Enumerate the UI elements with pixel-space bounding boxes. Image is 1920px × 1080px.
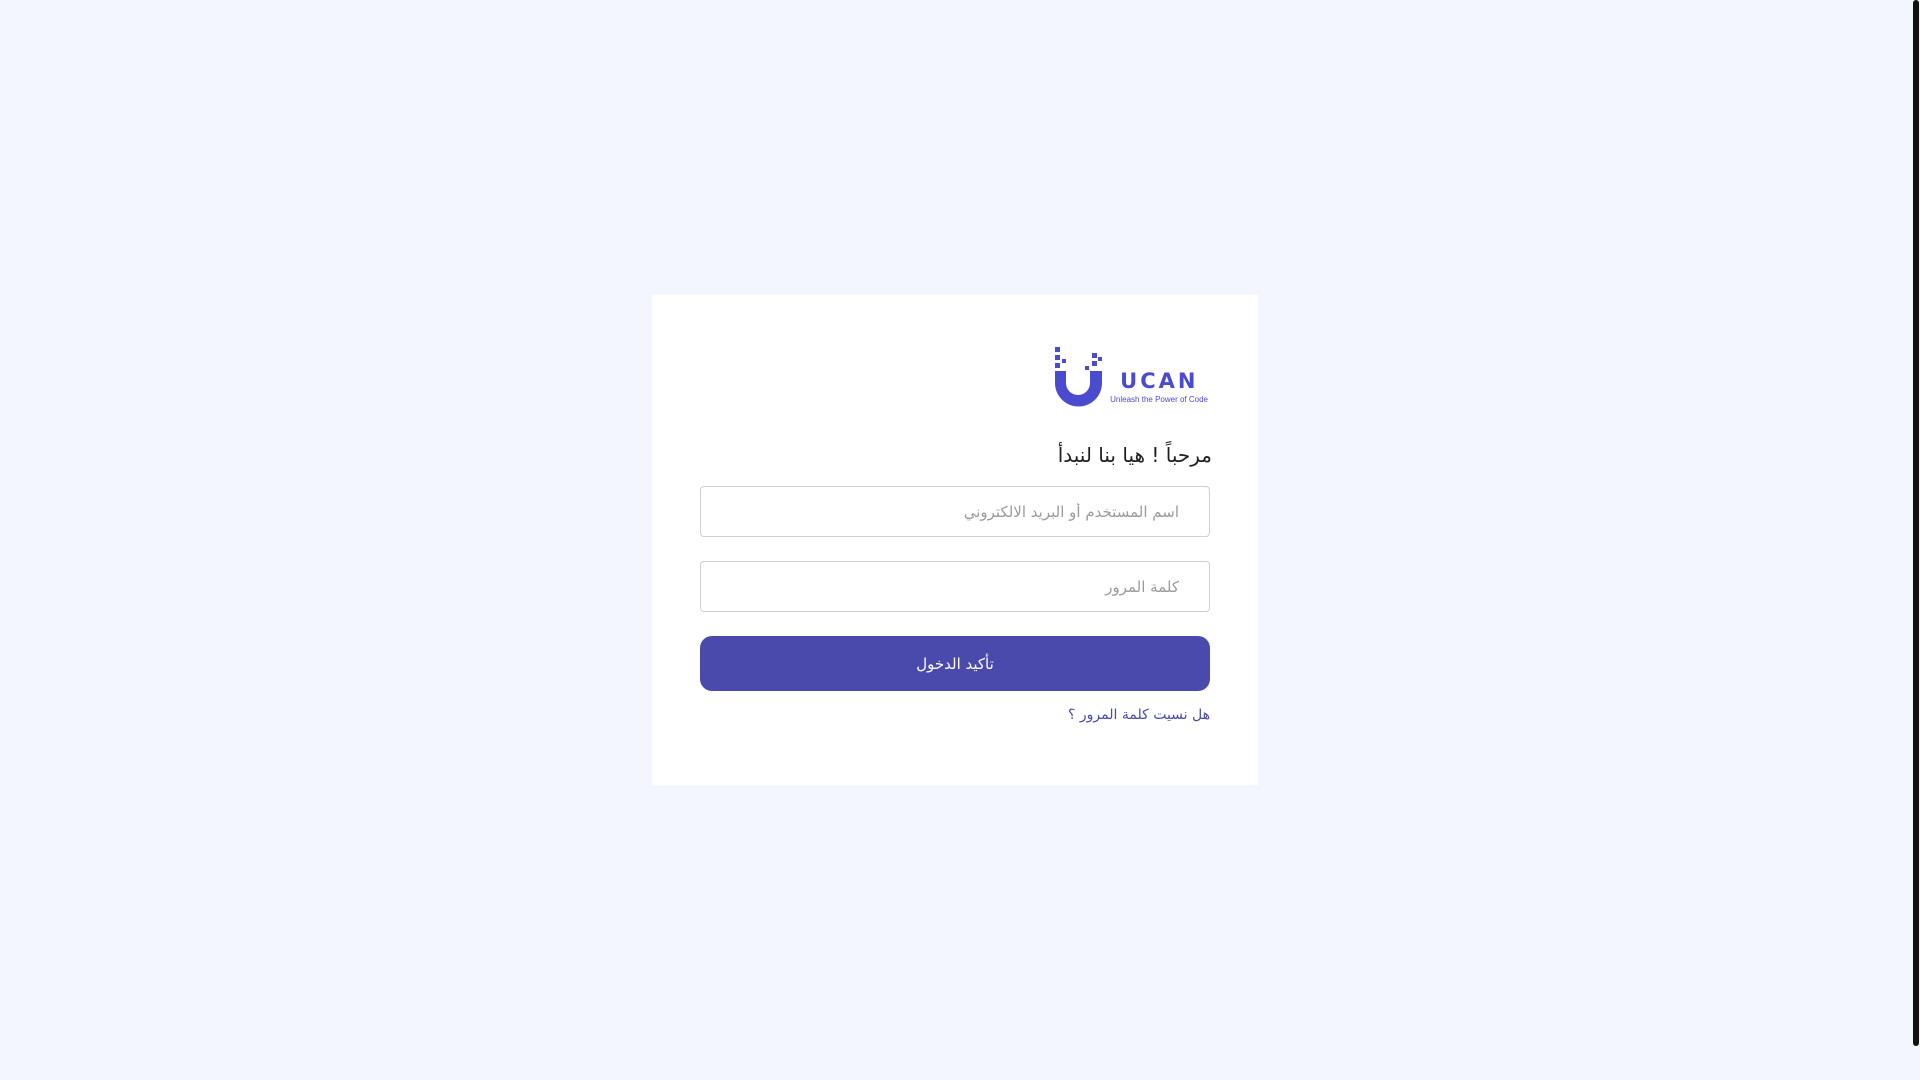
username-field <box>700 486 1210 537</box>
ucan-logo-icon <box>1055 347 1103 407</box>
scrollbar-thumb[interactable] <box>1913 0 1919 1046</box>
forgot-password-link[interactable]: هل نسيت كلمة المرور ؟ <box>1068 705 1210 725</box>
brand-logo: UCAN Unleash the Power of Code <box>1054 347 1208 407</box>
login-submit-button[interactable]: تأكيد الدخول <box>700 636 1210 691</box>
welcome-title: مرحباً ! هيا بنا لنبدأ <box>1057 443 1212 467</box>
login-card: UCAN Unleash the Power of Code مرحباً ! … <box>652 295 1258 785</box>
username-input[interactable] <box>701 487 1209 536</box>
password-input[interactable] <box>701 562 1209 611</box>
login-page: UCAN Unleash the Power of Code مرحباً ! … <box>0 0 1920 1080</box>
scrollbar[interactable] <box>1912 0 1920 1080</box>
brand-tagline: Unleash the Power of Code <box>1110 395 1208 404</box>
password-field <box>700 561 1210 612</box>
brand-text: UCAN Unleash the Power of Code <box>1110 347 1208 407</box>
brand-name: UCAN <box>1120 369 1199 393</box>
